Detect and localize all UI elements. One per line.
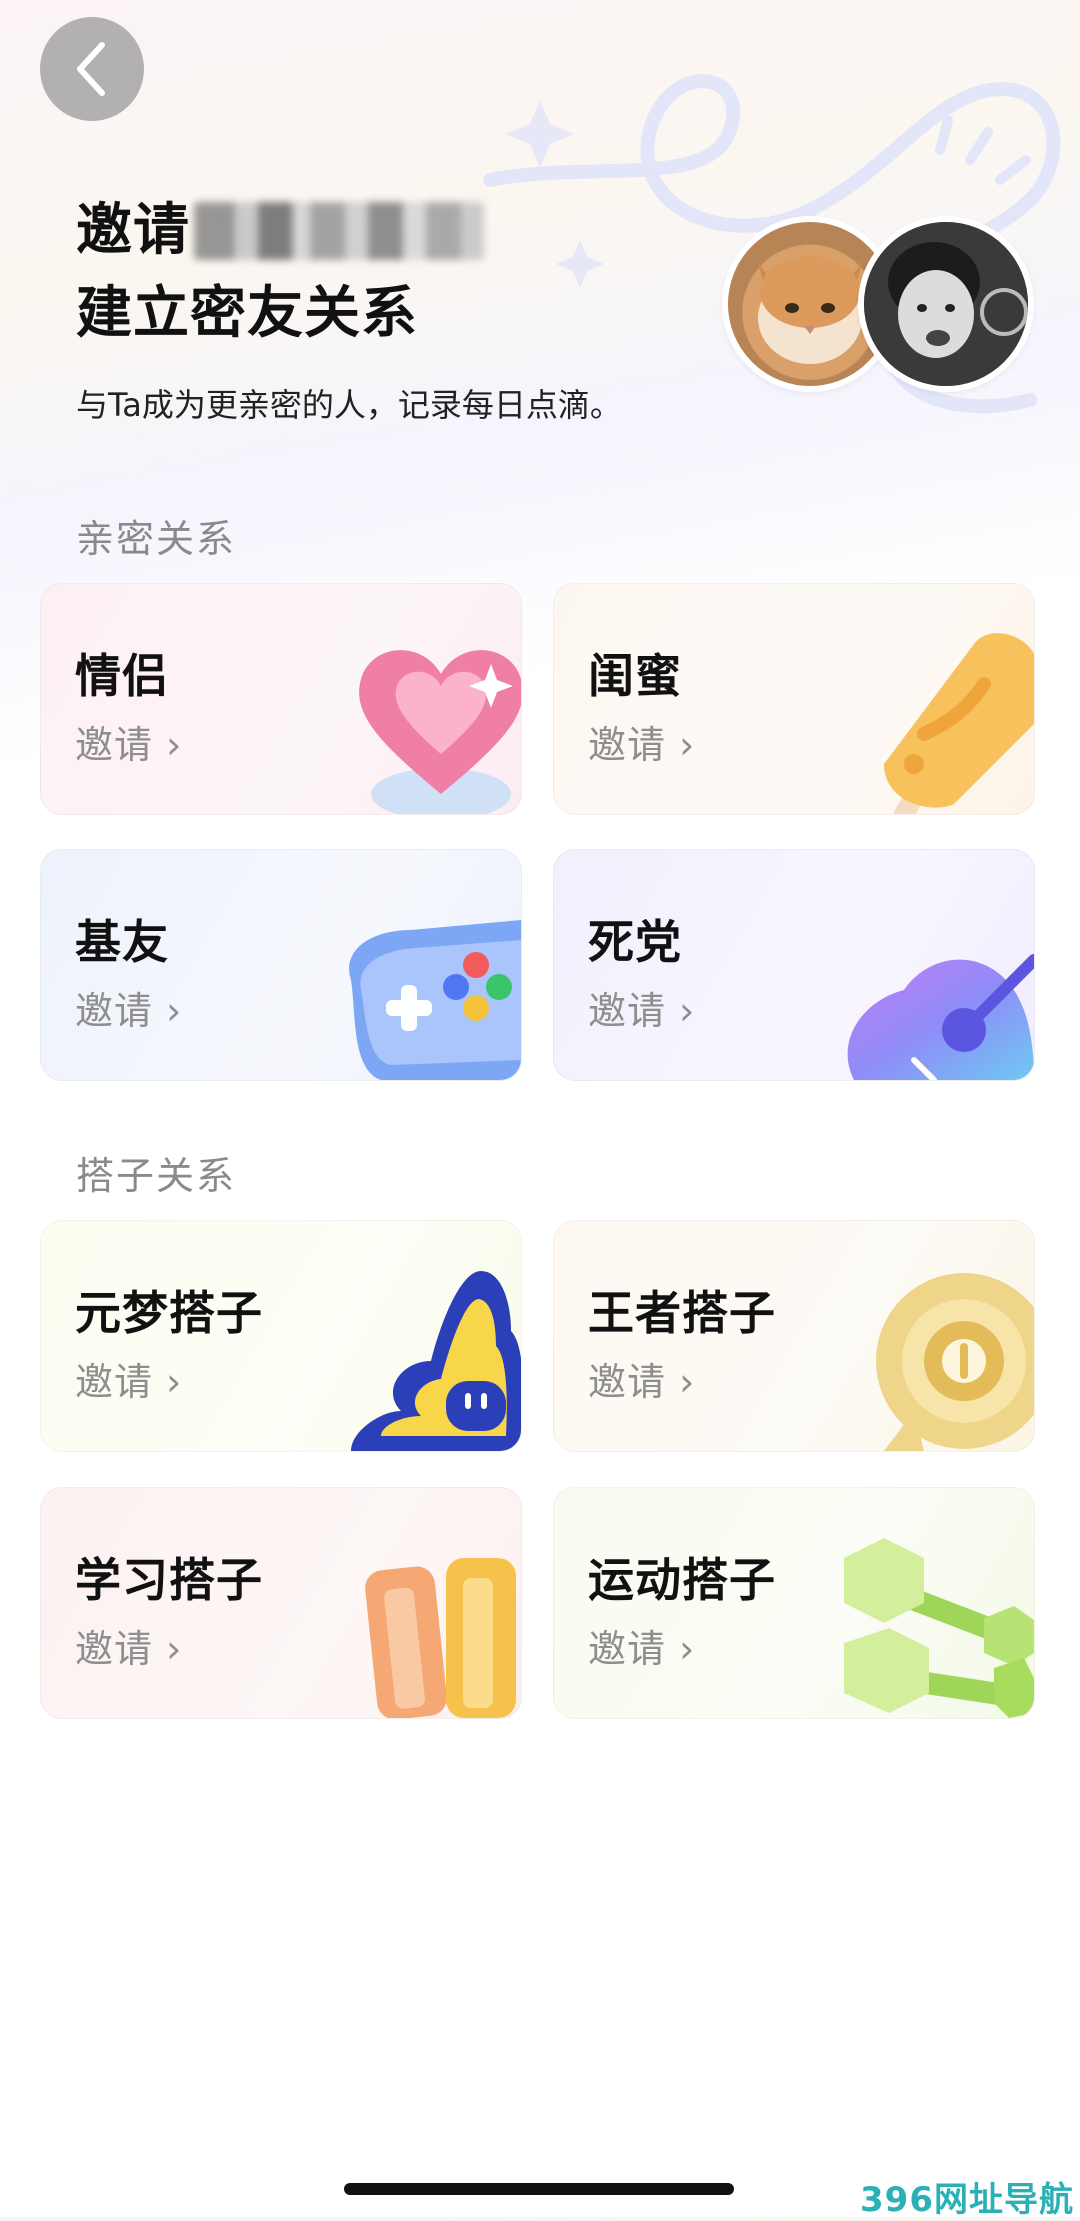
gamepad-icon bbox=[349, 920, 521, 1080]
card-sports-partner[interactable]: 运动搭子 邀请 › bbox=[553, 1487, 1035, 1719]
card-name: 王者搭子 bbox=[588, 1286, 776, 1340]
watermark-text: 396网址导航 bbox=[860, 2180, 1074, 2220]
card-kings-partner[interactable]: 王者搭子 邀请 › bbox=[553, 1220, 1035, 1452]
title-prefix: 邀请 bbox=[76, 198, 190, 263]
chevron-left-icon bbox=[77, 42, 105, 96]
chevron-right-icon: › bbox=[166, 1627, 183, 1671]
dumbbell-icon bbox=[844, 1538, 1034, 1718]
card-yuanmeng-partner[interactable]: 元梦搭子 邀请 › bbox=[40, 1220, 522, 1452]
invite-link[interactable]: 邀请 › bbox=[75, 980, 182, 1035]
card-study-partner[interactable]: 学习搭子 邀请 › bbox=[40, 1487, 522, 1719]
card-name: 学习搭子 bbox=[75, 1553, 263, 1607]
chevron-right-icon: › bbox=[679, 989, 696, 1033]
page-subtitle: 与Ta成为更亲密的人，记录每日点滴。 bbox=[76, 386, 622, 424]
invite-link[interactable]: 邀请 › bbox=[588, 1351, 695, 1406]
chevron-right-icon: › bbox=[679, 1627, 696, 1671]
card-bestie[interactable]: 闺蜜 邀请 › bbox=[553, 583, 1035, 815]
card-name: 死党 bbox=[588, 915, 682, 969]
card-name: 元梦搭子 bbox=[75, 1286, 263, 1340]
blurred-friend-name bbox=[194, 202, 484, 260]
card-name: 闺蜜 bbox=[588, 649, 682, 703]
invite-link[interactable]: 邀请 › bbox=[75, 714, 182, 769]
pencil-icon bbox=[365, 1558, 516, 1718]
card-couple[interactable]: 情侣 邀请 › bbox=[40, 583, 522, 815]
invite-link[interactable]: 邀请 › bbox=[75, 1351, 182, 1406]
card-name: 运动搭子 bbox=[588, 1553, 776, 1607]
page-title-line1: 邀请 bbox=[76, 202, 484, 260]
chevron-right-icon: › bbox=[166, 723, 183, 767]
invite-link[interactable]: 邀请 › bbox=[588, 980, 695, 1035]
guitar-icon bbox=[847, 954, 1034, 1080]
card-buddy[interactable]: 基友 邀请 › bbox=[40, 849, 522, 1081]
invite-link[interactable]: 邀请 › bbox=[588, 714, 695, 769]
star-mascot-icon bbox=[351, 1271, 521, 1451]
home-indicator[interactable] bbox=[344, 2183, 734, 2195]
section-title-partner: 搭子关系 bbox=[76, 1154, 237, 1198]
gold-medal-icon bbox=[876, 1273, 1034, 1451]
chevron-right-icon: › bbox=[166, 1360, 183, 1404]
back-button[interactable] bbox=[40, 17, 144, 121]
invite-link[interactable]: 邀请 › bbox=[588, 1618, 695, 1673]
card-name: 基友 bbox=[75, 915, 169, 969]
page-title-line2: 建立密友关系 bbox=[76, 281, 418, 346]
popsicle-icon bbox=[884, 633, 1034, 814]
friend-avatar bbox=[858, 216, 1034, 392]
heart-icon bbox=[359, 650, 521, 814]
card-name: 情侣 bbox=[75, 649, 169, 703]
chevron-right-icon: › bbox=[679, 1360, 696, 1404]
section-title-intimate: 亲密关系 bbox=[76, 517, 237, 561]
chevron-right-icon: › bbox=[166, 989, 183, 1033]
chevron-right-icon: › bbox=[679, 723, 696, 767]
card-pal[interactable]: 死党 邀请 › bbox=[553, 849, 1035, 1081]
invite-link[interactable]: 邀请 › bbox=[75, 1618, 182, 1673]
